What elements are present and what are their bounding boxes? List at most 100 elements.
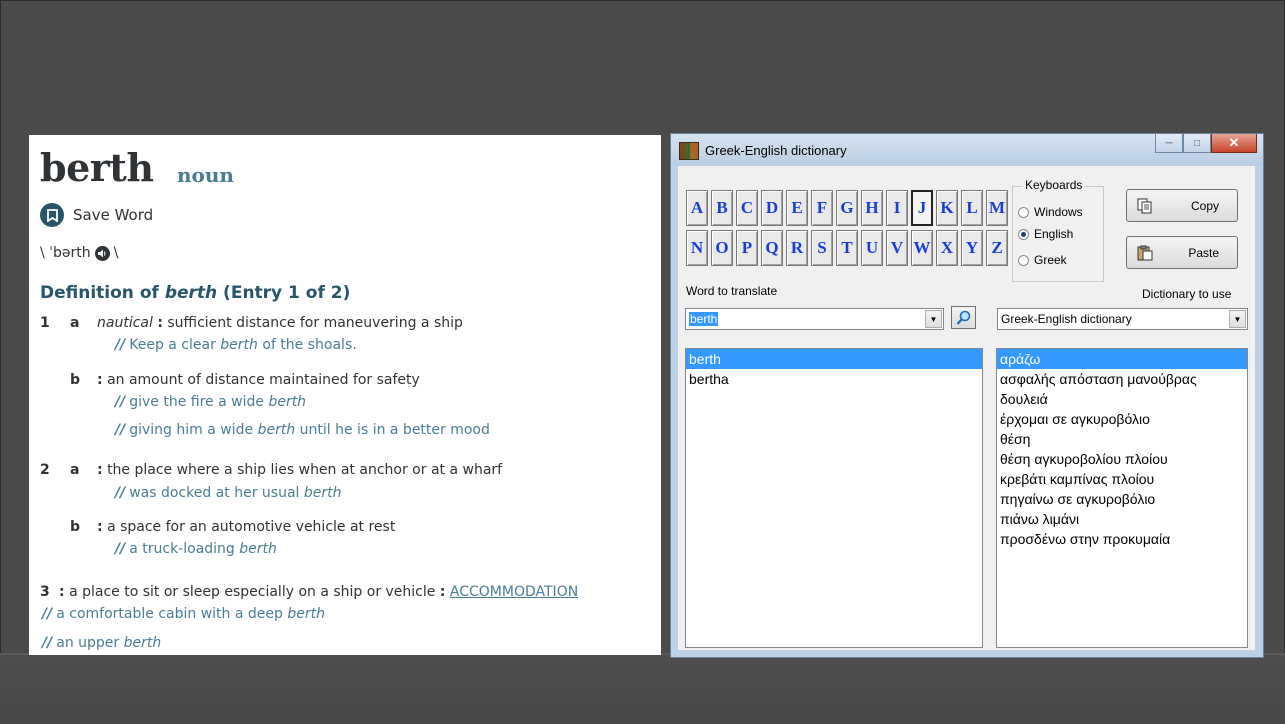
- sense-letter-1a: a: [70, 315, 80, 331]
- pronunciation-text: \ ˈbərth: [40, 245, 91, 261]
- letter-button-i[interactable]: I: [886, 190, 908, 226]
- letter-button-h[interactable]: H: [861, 190, 883, 226]
- translation-list-item[interactable]: κρεβάτι καμπίνας πλοίου: [997, 469, 1247, 489]
- maximize-button[interactable]: □: [1183, 134, 1211, 153]
- sense-1a-example: //Keep a clear berth of the shoals.: [115, 337, 357, 353]
- letter-button-s[interactable]: S: [811, 230, 833, 266]
- word-list-item[interactable]: bertha: [686, 369, 982, 389]
- letter-button-o[interactable]: O: [711, 230, 733, 266]
- copy-icon: [1137, 198, 1152, 213]
- copy-button[interactable]: Copy: [1126, 189, 1238, 222]
- translation-list-item[interactable]: αράζω: [997, 349, 1247, 369]
- word-to-translate-label: Word to translate: [686, 284, 778, 298]
- letter-button-x[interactable]: X: [936, 230, 958, 266]
- books-icon: [679, 142, 699, 160]
- speaker-icon[interactable]: [94, 245, 110, 261]
- sense-1b-example-2: //giving him a wide berth until he is in…: [115, 422, 490, 438]
- translation-list-item[interactable]: έρχομαι σε αγκυροβόλιο: [997, 409, 1247, 429]
- sense-2b-example: //a truck-loading berth: [115, 541, 277, 557]
- translation-list[interactable]: αράζω ασφαλής απόσταση μανούβρας δουλειά έρ…: [996, 348, 1248, 648]
- letter-button-l[interactable]: L: [961, 190, 983, 226]
- close-button[interactable]: ✕: [1211, 134, 1257, 153]
- bookmark-icon: [40, 203, 64, 227]
- window-title: Greek-English dictionary: [705, 143, 847, 158]
- maximize-icon: □: [1193, 137, 1201, 149]
- letter-button-c[interactable]: C: [736, 190, 758, 226]
- dictionary-dropdown-arrow-icon[interactable]: ▼: [1229, 310, 1246, 328]
- paste-button[interactable]: Paste: [1126, 236, 1238, 269]
- sense-letter-2a: a: [70, 462, 80, 478]
- slide-footer-band: [0, 653, 1285, 724]
- sense-2a-example: //was docked at her usual berth: [115, 485, 342, 501]
- letter-button-d[interactable]: D: [761, 190, 783, 226]
- sense-2a-definition: : the place where a ship lies when at an…: [97, 462, 503, 478]
- minimize-button[interactable]: ─: [1155, 134, 1183, 153]
- letter-button-w[interactable]: W: [911, 230, 933, 266]
- letter-button-k[interactable]: K: [936, 190, 958, 226]
- letter-button-b[interactable]: B: [711, 190, 733, 226]
- translation-list-item[interactable]: θέση: [997, 429, 1247, 449]
- letter-button-e[interactable]: E: [786, 190, 808, 226]
- word-list[interactable]: berth bertha: [685, 348, 983, 648]
- translation-list-item[interactable]: προσδένω στην προκυμαία: [997, 529, 1247, 549]
- letter-button-r[interactable]: R: [786, 230, 808, 266]
- window-client-area: ABCDEFGHIJKLM NOPQRSTUVWXYZ Keyboards Win…: [678, 166, 1255, 650]
- sense-number-2: 2: [40, 462, 50, 478]
- title-bar[interactable]: Greek-English dictionary ─ □ ✕: [671, 134, 1263, 166]
- letter-button-q[interactable]: Q: [761, 230, 783, 266]
- sense-1a-definition: nautical : sufficient distance for maneu…: [97, 315, 463, 331]
- letter-button-g[interactable]: G: [836, 190, 858, 226]
- letter-button-j[interactable]: J: [911, 190, 933, 226]
- magnifier-icon: [956, 310, 970, 325]
- letter-button-t[interactable]: T: [836, 230, 858, 266]
- word-input-value: berth: [689, 312, 719, 326]
- close-icon: ✕: [1228, 135, 1240, 150]
- dictionary-select[interactable]: Greek-English dictionary ▼: [997, 308, 1248, 330]
- radio-greek-dot: [1018, 254, 1029, 266]
- sense-letter-2b: b: [70, 519, 81, 535]
- sense-number-3: 3: [40, 584, 50, 600]
- translation-list-item[interactable]: δουλειά: [997, 389, 1247, 409]
- sense-1b-definition: : an amount of distance maintained for s…: [97, 372, 420, 388]
- word-list-item[interactable]: berth: [686, 349, 982, 369]
- search-button[interactable]: [951, 306, 976, 329]
- radio-greek[interactable]: Greek: [1018, 253, 1067, 267]
- letter-button-v[interactable]: V: [886, 230, 908, 266]
- radio-english[interactable]: English: [1018, 227, 1073, 241]
- save-word-label: Save Word: [73, 206, 154, 224]
- save-word-button[interactable]: Save Word: [40, 203, 153, 227]
- keyboards-group: Keyboards Windows English Greek: [1012, 178, 1104, 282]
- translation-list-item[interactable]: ασφαλής απόσταση μανούβρας: [997, 369, 1247, 389]
- dictionary-select-value: Greek-English dictionary: [1001, 312, 1132, 326]
- letter-button-a[interactable]: A: [686, 190, 708, 226]
- radio-windows[interactable]: Windows: [1018, 205, 1083, 219]
- sense-3-example-1: //a comfortable cabin with a deep berth: [42, 606, 325, 622]
- pronunciation: \ ˈbərth \: [40, 245, 118, 261]
- pronunciation-close: \: [113, 245, 119, 261]
- dictionary-to-use-label: Dictionary to use: [1142, 287, 1232, 301]
- greek-english-dictionary-window: Greek-English dictionary ─ □ ✕ ABCDEFGHI…: [670, 133, 1264, 658]
- letter-button-f[interactable]: F: [811, 190, 833, 226]
- letter-button-y[interactable]: Y: [961, 230, 983, 266]
- headword: berth: [40, 145, 154, 190]
- letter-button-n[interactable]: N: [686, 230, 708, 266]
- letter-button-m[interactable]: M: [986, 190, 1008, 226]
- sense-1b-example-1: //give the fire a wide berth: [115, 394, 307, 410]
- letter-button-u[interactable]: U: [861, 230, 883, 266]
- radio-windows-dot: [1018, 206, 1029, 218]
- part-of-speech: noun: [177, 163, 234, 187]
- sense-3-example-2: //an upper berth: [42, 635, 162, 651]
- sense-letter-1b: b: [70, 372, 81, 388]
- minimize-icon: ─: [1165, 137, 1173, 149]
- sense-3-definition: : a place to sit or sleep especially on …: [59, 584, 579, 600]
- letter-button-z[interactable]: Z: [986, 230, 1008, 266]
- word-input[interactable]: berth ▼: [685, 308, 944, 330]
- word-dropdown-arrow-icon[interactable]: ▼: [925, 310, 942, 328]
- translation-list-item[interactable]: θέση αγκυροβολίου πλοίου: [997, 449, 1247, 469]
- sense-2b-definition: : a space for an automotive vehicle at r…: [97, 519, 396, 535]
- keyboards-label: Keyboards: [1023, 178, 1085, 192]
- letter-button-p[interactable]: P: [736, 230, 758, 266]
- accommodation-link[interactable]: ACCOMMODATION: [450, 584, 578, 600]
- translation-list-item[interactable]: πιάνω λιμάνι: [997, 509, 1247, 529]
- translation-list-item[interactable]: πηγαίνω σε αγκυροβόλιο: [997, 489, 1247, 509]
